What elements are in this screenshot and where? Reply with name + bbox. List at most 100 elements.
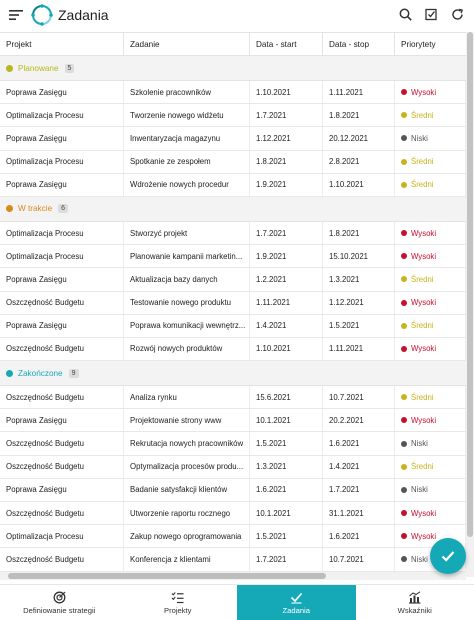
group-header[interactable]: Planowane 5 <box>0 56 466 81</box>
table-row[interactable]: Oszczędność Budgetu Analiza rynku 15.6.202… <box>0 386 466 410</box>
priority-label: Średni <box>411 274 434 284</box>
cell-priority: Wysoki <box>395 245 466 268</box>
top-bar: Zadania <box>0 0 474 30</box>
priority-dot-icon <box>401 253 407 260</box>
nav-item-strategy[interactable]: Definiowanie strategii <box>0 585 119 620</box>
table-row[interactable]: Oszczędność Budgetu Optymalizacja procesó… <box>0 455 466 479</box>
horizontal-scrollbar-thumb[interactable] <box>8 573 326 579</box>
priority-dot-icon <box>401 463 407 470</box>
priority-label: Niski <box>411 133 428 143</box>
cell-stop-date: 1.11.2021 <box>323 337 395 361</box>
column-header-project[interactable]: Projekt <box>0 33 124 55</box>
column-header-stop[interactable]: Data - stop <box>323 33 395 55</box>
cell-stop-date: 1.8.2021 <box>323 221 395 245</box>
priority-dot-icon <box>401 230 407 237</box>
priority-label: Średni <box>411 321 434 331</box>
table-row[interactable]: Poprawa Zasięgu Poprawa komunikacji wewnę… <box>0 314 466 338</box>
cell-start-date: 1.7.2021 <box>250 104 323 127</box>
column-header-task[interactable]: Zadanie <box>124 33 250 55</box>
cell-project: Poprawa Zasięgu <box>0 268 124 291</box>
cell-start-date: 1.5.2021 <box>250 525 323 548</box>
cell-project: Oszczędność Budgetu <box>0 291 124 314</box>
vertical-scrollbar[interactable] <box>466 32 474 577</box>
group-label: Planowane <box>18 63 59 73</box>
cell-stop-date: 1.7.2021 <box>323 478 395 501</box>
cell-stop-date: 20.12.2021 <box>323 127 395 150</box>
priority-dot-icon <box>401 89 407 96</box>
table-row[interactable]: Optimalizacja Procesu Planowanie kampanii… <box>0 245 466 269</box>
cell-start-date: 1.9.2021 <box>250 173 323 196</box>
table-row[interactable]: Oszczędność Budgetu Rekrutacja nowych pra… <box>0 432 466 456</box>
table-row[interactable]: Oszczędność Budgetu Rozwój nowych produkt… <box>0 337 466 362</box>
table-row[interactable]: Optimalizacja Procesu Tworzenie nowego wi… <box>0 104 466 128</box>
table-row[interactable]: Optimalizacja Procesu Zakup nowego oprogr… <box>0 525 466 549</box>
priority-label: Średni <box>411 462 434 472</box>
priority-label: Wysoki <box>411 228 437 238</box>
cell-project: Oszczędność Budgetu <box>0 455 124 478</box>
table-row[interactable]: Oszczędność Budgetu Testowanie nowego pro… <box>0 291 466 315</box>
column-header-start[interactable]: Data - start <box>250 33 323 55</box>
task-check-icon <box>289 590 303 604</box>
cell-task: Projektowanie strony www <box>124 409 250 432</box>
nav-item-tasks[interactable]: Zadania <box>237 585 356 620</box>
cell-priority: Średni <box>395 268 466 291</box>
cell-task: Badanie satysfakcji klientów <box>124 478 250 501</box>
table-row[interactable]: Oszczędność Budgetu Utworzenie raportu ro… <box>0 502 466 526</box>
table-row[interactable]: Poprawa Zasięgu Szkolenie pracowników 1.10… <box>0 81 466 105</box>
cell-project: Poprawa Zasięgu <box>0 314 124 337</box>
confirm-fab-button[interactable] <box>430 538 466 574</box>
priority-label: Wysoki <box>411 344 437 354</box>
cell-task: Inwentaryzacja magazynu <box>124 127 250 150</box>
table-row[interactable]: Poprawa Zasięgu Projektowanie strony www 1… <box>0 409 466 433</box>
check-icon <box>441 551 455 562</box>
table-row[interactable]: Poprawa Zasięgu Aktualizacja bazy danych 1… <box>0 268 466 292</box>
table-row[interactable]: Poprawa Zasięgu Inwentaryzacja magazynu 1.… <box>0 127 466 151</box>
cell-task: Aktualizacja bazy danych <box>124 268 250 291</box>
nav-label: Projekty <box>164 606 192 615</box>
menu-icon[interactable] <box>6 5 26 25</box>
priority-dot-icon <box>401 299 407 306</box>
group-header[interactable]: Zakończone 9 <box>0 361 466 387</box>
cell-stop-date: 1.12.2021 <box>323 291 395 314</box>
vertical-scrollbar-thumb[interactable] <box>467 32 473 537</box>
nav-item-projects[interactable]: Projekty <box>119 585 238 620</box>
cell-task: Utworzenie raportu rocznego <box>124 502 250 525</box>
nav-item-indicators[interactable]: Wskaźniki <box>356 585 474 620</box>
priority-dot-icon <box>401 394 407 401</box>
cell-start-date: 1.7.2021 <box>250 548 323 571</box>
priority-label: Wysoki <box>411 415 437 425</box>
table-row[interactable]: Oszczędność Budgetu Konferencja z klienta… <box>0 548 466 572</box>
priority-dot-icon <box>401 417 407 424</box>
priority-dot-icon <box>401 510 407 517</box>
table-row[interactable]: Poprawa Zasięgu Wdrożenie nowych procedur… <box>0 173 466 197</box>
priority-label: Niski <box>411 554 428 564</box>
cell-start-date: 1.3.2021 <box>250 455 323 478</box>
cell-stop-date: 1.6.2021 <box>323 525 395 548</box>
cell-task: Konferencja z klientami <box>124 548 250 571</box>
page-title: Zadania <box>58 7 109 23</box>
cell-start-date: 1.11.2021 <box>250 291 323 314</box>
column-header-priority[interactable]: Priorytety <box>395 33 466 55</box>
group-label: Zakończone <box>18 368 63 378</box>
cell-start-date: 1.8.2021 <box>250 150 323 173</box>
target-icon <box>52 590 66 604</box>
cell-task: Spotkanie ze zespołem <box>124 150 250 173</box>
cell-priority: Średni <box>395 455 466 478</box>
cell-start-date: 1.10.2021 <box>250 337 323 361</box>
group-header[interactable]: W trakcie 6 <box>0 196 466 222</box>
cell-priority: Średni <box>395 386 466 409</box>
cell-project: Oszczędność Budgetu <box>0 432 124 455</box>
cell-stop-date: 20.2.2021 <box>323 409 395 432</box>
priority-dot-icon <box>401 112 407 119</box>
horizontal-scrollbar[interactable] <box>0 572 466 580</box>
refresh-icon[interactable] <box>448 5 466 23</box>
table-row[interactable]: Poprawa Zasięgu Badanie satysfakcji klien… <box>0 478 466 502</box>
select-checkbox-icon[interactable] <box>422 5 440 23</box>
priority-label: Wysoki <box>411 298 437 308</box>
cell-task: Testowanie nowego produktu <box>124 291 250 314</box>
cell-stop-date: 1.10.2021 <box>323 173 395 196</box>
search-icon[interactable] <box>396 5 414 23</box>
table-row[interactable]: Optimalizacja Procesu Stworzyć projekt 1.7… <box>0 221 466 246</box>
table-row[interactable]: Optimalizacja Procesu Spotkanie ze zespoł… <box>0 150 466 174</box>
cell-stop-date: 10.7.2021 <box>323 548 395 571</box>
